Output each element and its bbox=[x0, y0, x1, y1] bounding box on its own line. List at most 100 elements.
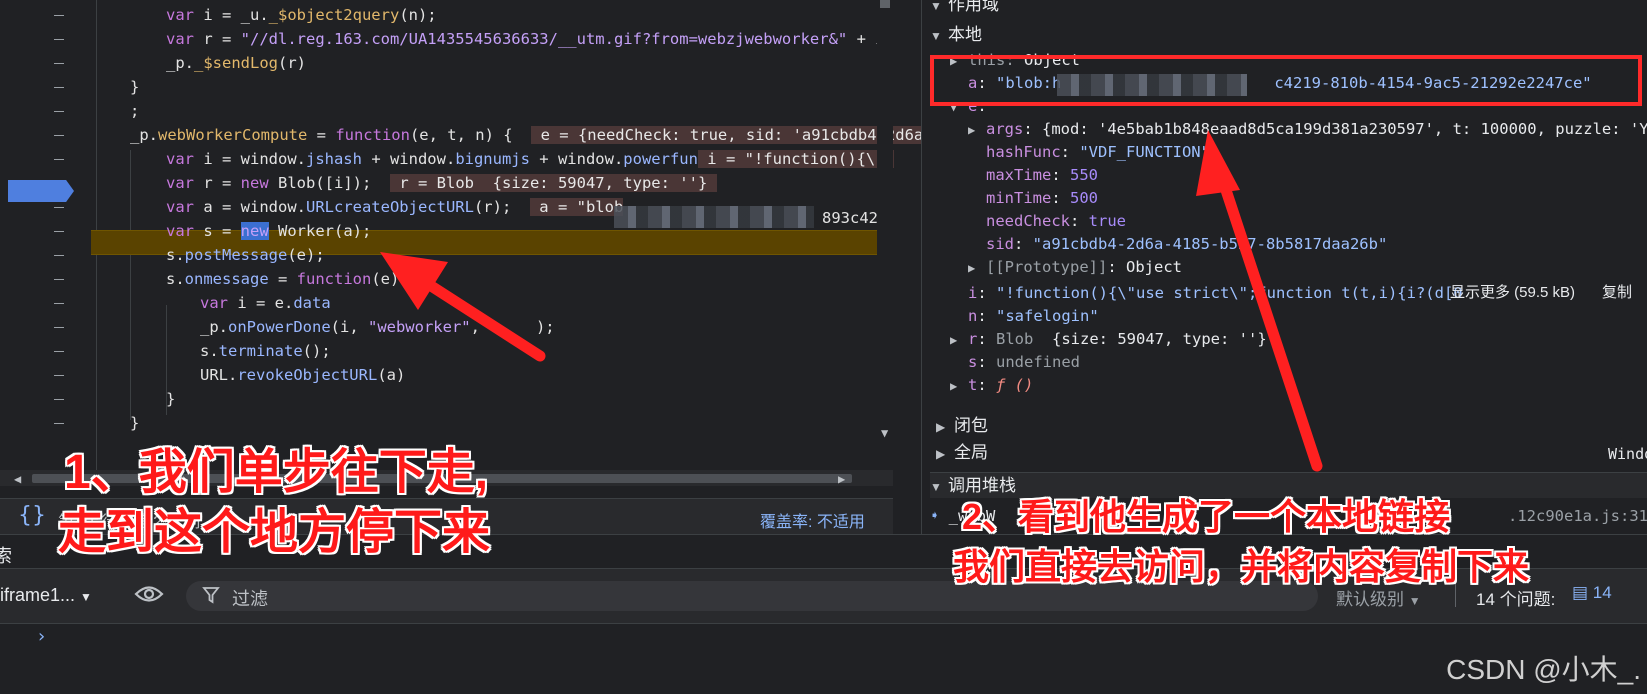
scope-local-header[interactable]: ▼ 本地 bbox=[930, 22, 1647, 48]
current-frame-icon: ➧ bbox=[930, 507, 949, 525]
code-token: (r); bbox=[473, 198, 530, 216]
filter-placeholder: 过滤 bbox=[232, 589, 268, 609]
eye-icon[interactable] bbox=[134, 583, 164, 605]
show-more-button[interactable]: 显示更多 (59.5 kB) bbox=[1450, 281, 1575, 305]
redacted-blob-url bbox=[614, 206, 814, 228]
console-output[interactable]: › CSDN @小木_. bbox=[0, 624, 1647, 694]
code-token: URL bbox=[305, 198, 334, 216]
code-token: postMessage bbox=[184, 246, 288, 264]
line-number-dash bbox=[54, 207, 64, 208]
line-number-dash bbox=[54, 15, 64, 16]
scroll-down-icon[interactable]: ▼ bbox=[881, 426, 888, 440]
scope-global-header[interactable]: ▶ 全局 bbox=[936, 440, 1647, 466]
code-token: var bbox=[166, 150, 194, 168]
code-token: powerfun bbox=[623, 150, 698, 168]
code-line: var i = window.jshash + window.bignumjs … bbox=[166, 147, 894, 171]
collapse-triangle-icon: ▶ bbox=[950, 379, 958, 393]
code-token: i = _u. bbox=[194, 6, 269, 24]
line-number-dash bbox=[54, 135, 64, 136]
collapse-triangle-icon: ▶ bbox=[936, 420, 946, 434]
code-token: _p. bbox=[166, 54, 194, 72]
vertical-scrollbar[interactable] bbox=[877, 0, 893, 470]
code-line: var r = new Blob([i]); r = Blob {size: 5… bbox=[166, 171, 717, 195]
code-token: r = Blob {size: 59047, type: ''} bbox=[390, 174, 717, 192]
breakpoint-marker[interactable] bbox=[8, 180, 74, 202]
scope-var-e-needcheck[interactable]: needCheck: true bbox=[986, 209, 1126, 233]
scope-var-i[interactable]: i: "!function(){\"use strict\";function … bbox=[968, 281, 1463, 305]
scope-var-e-args[interactable]: ▶ args: {mod: '4e5bab1b848eaad8d5ca199d38… bbox=[968, 117, 1647, 141]
code-token: var bbox=[166, 222, 194, 240]
code-token: ; bbox=[130, 102, 140, 120]
code-token: var bbox=[166, 30, 194, 48]
pretty-print-icon[interactable]: {} bbox=[18, 503, 46, 528]
chevron-down-icon: ▼ bbox=[80, 590, 92, 604]
collapse-triangle-icon: ▶ bbox=[936, 447, 946, 461]
code-token: URL. bbox=[200, 366, 238, 384]
vertical-scroll-thumb[interactable] bbox=[880, 0, 890, 8]
scope-var-s[interactable]: s: undefined bbox=[968, 350, 1080, 374]
line-gutter[interactable] bbox=[0, 0, 92, 470]
scope-var-e-mintime[interactable]: minTime: 500 bbox=[986, 186, 1098, 210]
redacted-blob-url bbox=[1057, 74, 1247, 96]
source-editor[interactable]: var i = _u._$object2query(n); var r = "//… bbox=[0, 0, 924, 498]
code-line: var s = new Worker(a); bbox=[166, 219, 371, 243]
code-token: = bbox=[268, 270, 297, 288]
code-token: function bbox=[296, 270, 372, 288]
scope-var-e-sid[interactable]: sid: "a91cbdb4-2d6a-4185-b527-8b5817daa2… bbox=[986, 232, 1387, 256]
scope-var-e-hashfunc[interactable]: hashFunc: "VDF_FUNCTION" bbox=[986, 140, 1210, 164]
code-token: e = {needCheck: true, sid: 'a91cbdb4-2d6… bbox=[531, 126, 924, 144]
code-token: = bbox=[307, 126, 336, 144]
code-token: i = "!function(){\"u bbox=[697, 150, 894, 168]
line-number-dash bbox=[54, 327, 64, 328]
line-number-dash bbox=[54, 351, 64, 352]
collapse-triangle-icon: ▶ bbox=[968, 123, 976, 137]
scope-closure-header[interactable]: ▶ 闭包 bbox=[936, 413, 1647, 439]
code-line: var i = e.data bbox=[200, 291, 331, 315]
scope-var-e-prototype[interactable]: ▶ [[Prototype]]: Object bbox=[968, 255, 1182, 279]
code-token: + window. bbox=[529, 150, 624, 168]
code-token: revokeObjectURL bbox=[237, 366, 378, 384]
code-token: Worker(a); bbox=[268, 222, 372, 240]
line-number-dash bbox=[54, 303, 64, 304]
code-token: function bbox=[335, 126, 410, 144]
message-icon: ▤ bbox=[1572, 583, 1593, 602]
code-line: _p.webWorkerCompute = function(e, t, n) … bbox=[130, 123, 924, 147]
code-token: i = e. bbox=[228, 294, 294, 312]
code-token: _$object2query bbox=[268, 6, 400, 24]
code-line: s.onmessage = function(e) { bbox=[166, 267, 427, 291]
scroll-right-icon[interactable]: ▶ bbox=[838, 472, 845, 486]
code-token: (e) { bbox=[371, 270, 428, 288]
callstack-frame-location: .12c90e1a.js:31 bbox=[1508, 507, 1647, 525]
code-token: webWorkerCompute bbox=[158, 126, 308, 144]
chevron-down-icon: ▼ bbox=[1408, 594, 1421, 608]
console-tab[interactable]: 索 bbox=[0, 542, 12, 568]
scope-section-header[interactable]: ▼ 作用域 bbox=[930, 0, 1647, 18]
line-number-dash bbox=[54, 63, 64, 64]
line-number-dash bbox=[54, 111, 64, 112]
code-line: s.postMessage(e); bbox=[166, 243, 325, 267]
code-token: bignumjs bbox=[455, 150, 530, 168]
scope-var-n[interactable]: n: "safelogin" bbox=[968, 304, 1099, 328]
scope-var-e-maxtime[interactable]: maxTime: 550 bbox=[986, 163, 1098, 187]
expand-triangle-icon: ▼ bbox=[930, 480, 942, 494]
issues-badge[interactable]: ▤ 14 bbox=[1572, 583, 1612, 603]
code-line: } bbox=[130, 75, 139, 99]
code-token: (r) bbox=[278, 54, 306, 72]
line-number-dash bbox=[54, 87, 64, 88]
code-token: _p. bbox=[200, 318, 228, 336]
scope-var-t[interactable]: ▶ t: ƒ () bbox=[950, 373, 1033, 397]
code-line: ; bbox=[130, 99, 139, 123]
coverage-status: 覆盖率: 不适用 bbox=[760, 514, 865, 531]
line-number-dash bbox=[54, 255, 64, 256]
scope-var-r[interactable]: ▶ r: Blob {size: 59047, type: ''} bbox=[950, 327, 1267, 351]
line-number-dash bbox=[54, 399, 64, 400]
scroll-left-icon[interactable]: ◀ bbox=[14, 472, 21, 486]
code-token: var bbox=[166, 174, 194, 192]
code-token: data bbox=[293, 294, 331, 312]
context-select[interactable]: iframe1... ▼ bbox=[0, 585, 92, 606]
code-token: "//dl.reg.163.com/UA1435545636633/__utm.… bbox=[240, 30, 848, 48]
code-line: s.terminate(); bbox=[200, 339, 331, 363]
code-token: jshash bbox=[305, 150, 362, 168]
copy-button[interactable]: 复制 bbox=[1602, 281, 1632, 305]
code-token: s. bbox=[166, 246, 185, 264]
